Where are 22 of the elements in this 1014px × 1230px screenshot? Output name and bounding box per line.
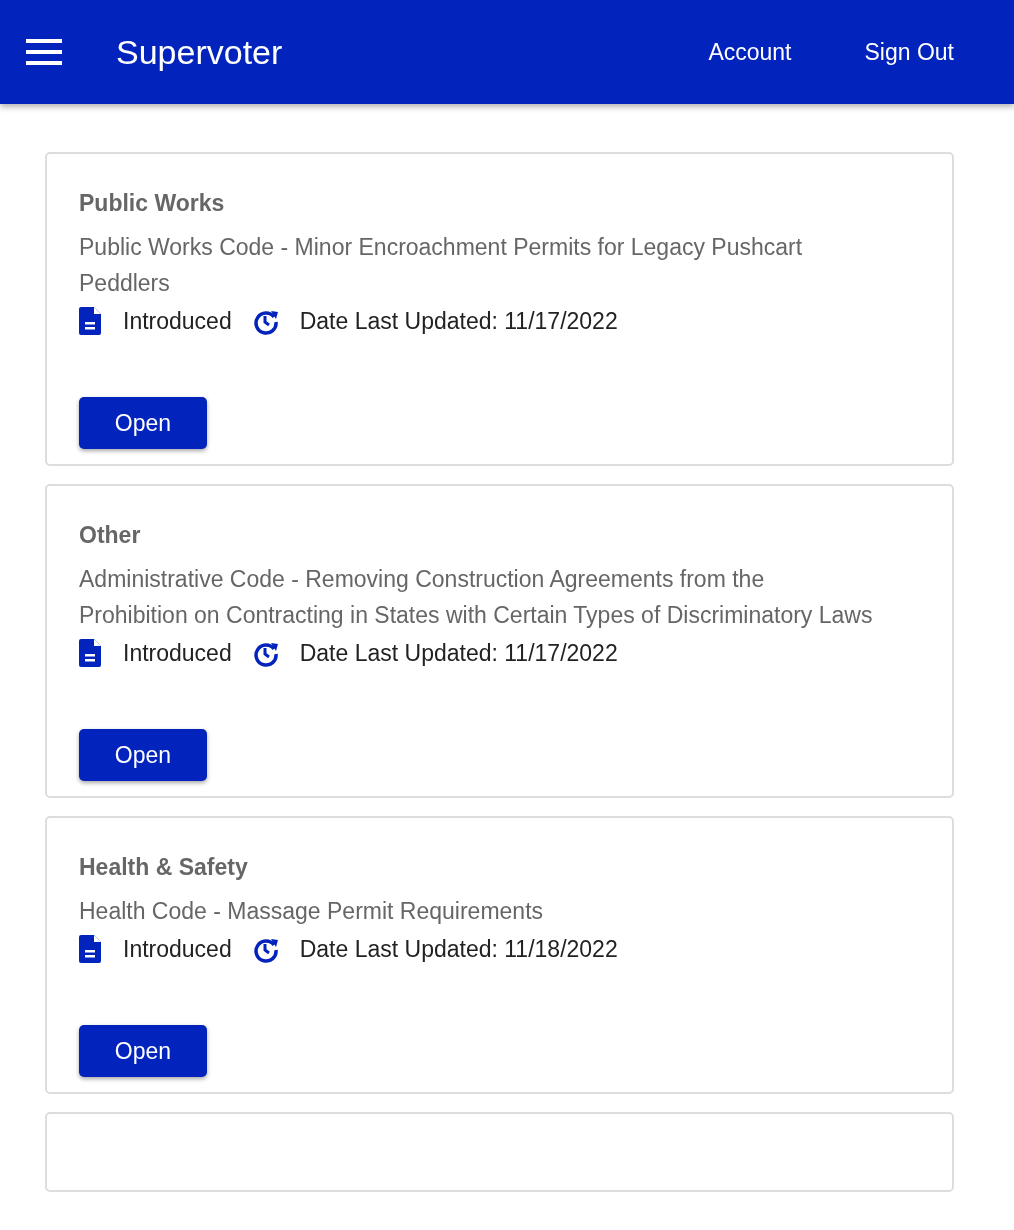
bill-category: Public Works [79, 190, 226, 217]
open-button[interactable]: Open [79, 729, 207, 781]
nav-link[interactable]: Account [708, 38, 792, 66]
document-icon [79, 935, 103, 963]
bill-category: Other [79, 522, 142, 549]
document-icon [79, 639, 103, 667]
bill-status: Introduced [123, 935, 232, 963]
bill-description: Health Code - Massage Permit Requirements [79, 897, 545, 926]
document-icon [79, 307, 103, 335]
menu-icon[interactable] [26, 39, 62, 65]
open-button[interactable]: Open [79, 1025, 207, 1077]
last-updated: Date Last Updated: 11/17/2022 [299, 639, 618, 667]
bill-category: Health & Safety [79, 854, 249, 881]
nav-link[interactable]: Sign Out [864, 38, 954, 66]
app-title: Supervoter [116, 32, 284, 72]
last-updated: Date Last Updated: 11/17/2022 [299, 307, 618, 335]
last-updated: Date Last Updated: 11/18/2022 [299, 935, 618, 963]
bill-description: Public Works Code - Minor Encroachment Permits for Legacy Pushcart Peddlers [79, 233, 804, 298]
bill-status: Introduced [123, 307, 232, 335]
bill-status: Introduced [123, 639, 232, 667]
open-button[interactable]: Open [79, 397, 207, 449]
bill-description: Administrative Code - Removing Construction Agreements from the Prohibition on Contracting in States with Certain Types of Discriminatory Laws [79, 565, 874, 630]
